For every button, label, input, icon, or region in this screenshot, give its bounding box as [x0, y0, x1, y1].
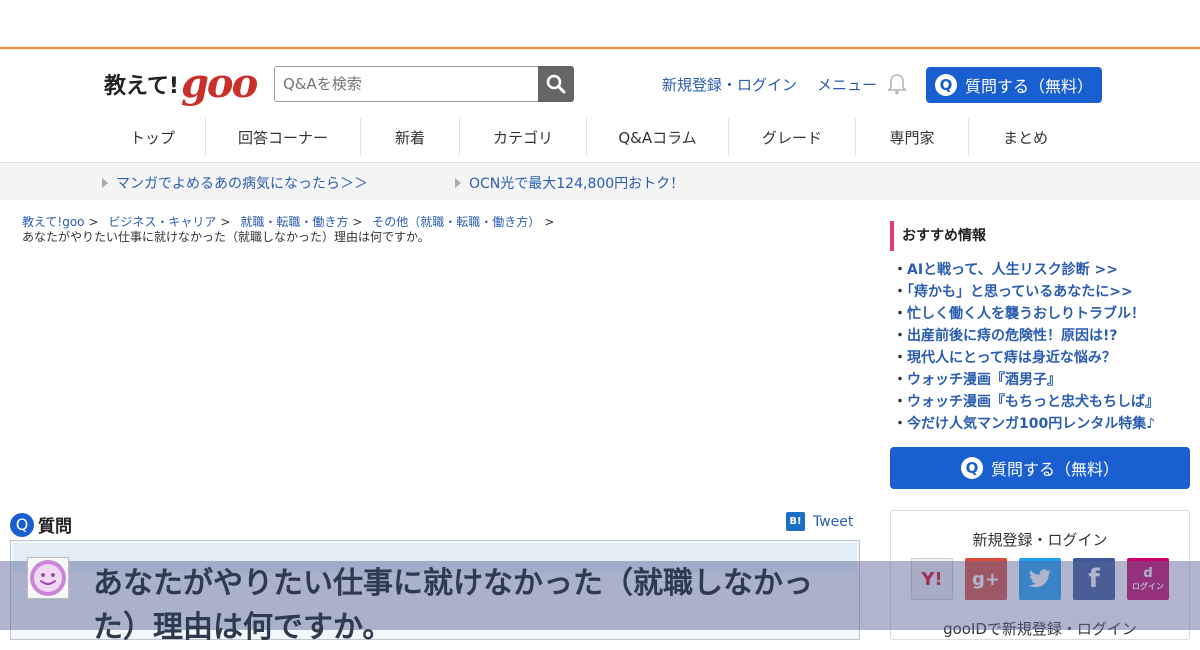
recommend-item[interactable]: ・現代人にとって痔は身近な悩み？ [893, 347, 1159, 369]
recommend-item[interactable]: ・「痔かも」と思っているあなたに>> [893, 281, 1159, 303]
triangle-icon [455, 178, 461, 188]
top-ad-band [0, 0, 1200, 47]
nav-item-column[interactable]: Q&Aコラム [587, 118, 729, 156]
promo-link-manga[interactable]: マンガでよめるあの病気になったら＞＞ [102, 173, 368, 193]
breadcrumb-separator: > [88, 215, 99, 229]
breadcrumb: 教えて!goo > ビジネス・キャリア > 就職・転職・働き方 > その他（就職・転職… [22, 215, 862, 245]
recommend-item[interactable]: ・ウォッチ漫画『もちっと忠犬もちしば』 [893, 391, 1159, 413]
bullet: ・ [893, 262, 907, 278]
recommend-item-label: 出産前後に痔の危険性！原因は!? [907, 328, 1118, 344]
login-link[interactable]: 新規登録・ログイン [662, 74, 797, 95]
header-links: 新規登録・ログイン メニュー [662, 74, 877, 95]
site-logo[interactable]: 教えて! goo [104, 60, 258, 107]
logo-brand: goo [180, 60, 258, 107]
breadcrumb-link[interactable]: その他（就職・転職・働き方） [372, 215, 540, 229]
nav-item-grade[interactable]: グレード [729, 118, 856, 156]
header-accent-line [0, 47, 1200, 49]
bullet: ・ [893, 328, 907, 344]
breadcrumb-link[interactable]: ビジネス・キャリア [108, 215, 216, 229]
login-box-title: 新規登録・ログイン [972, 531, 1108, 549]
recommend-item[interactable]: ・ウォッチ漫画『酒男子』 [893, 369, 1159, 391]
ask-question-button[interactable]: Q 質問する（無料） [926, 67, 1102, 103]
breadcrumb-separator: > [544, 215, 555, 229]
breadcrumb-separator: > [220, 215, 231, 229]
bullet: ・ [893, 284, 907, 300]
nav-item-answer[interactable]: 回答コーナー [206, 118, 361, 156]
hatena-bookmark-icon[interactable]: B! [786, 512, 805, 531]
share-buttons: B! Tweet [786, 512, 853, 531]
breadcrumb-separator: > [352, 215, 363, 229]
logo-text: 教えて! [104, 74, 179, 99]
global-nav: トップ 回答コーナー 新着 カテゴリ Q&Aコラム グレード 専門家 まとめ [100, 118, 1082, 156]
promo-bar: マンガでよめるあの病気になったら＞＞ OCN光で最大124,800円おトク！ [0, 162, 1200, 200]
recommend-item-label: ウォッチ漫画『酒男子』 [907, 372, 1061, 388]
search-input[interactable] [274, 66, 538, 102]
nav-item-top[interactable]: トップ [100, 118, 206, 156]
q-icon: Q [960, 457, 983, 479]
menu-link[interactable]: メニュー [817, 74, 877, 95]
recommend-list: ・AIと戦って、人生リスク診断 >> ・「痔かも」と思っているあなたに>> ・忙… [893, 259, 1159, 435]
promo-link-label: マンガでよめるあの病気になったら＞＞ [116, 176, 368, 192]
recommend-item-label: 現代人にとって痔は身近な悩み？ [907, 350, 1116, 366]
bullet: ・ [893, 416, 907, 432]
bullet: ・ [893, 306, 907, 322]
bullet: ・ [893, 350, 907, 366]
sidebar-ask-button[interactable]: Q 質問する（無料） [890, 447, 1190, 489]
bullet: ・ [893, 394, 907, 410]
recommend-item-label: 「痔かも」と思っているあなたに>> [907, 284, 1133, 300]
search-bar [274, 66, 574, 102]
bell-icon[interactable] [887, 73, 907, 99]
recommend-item-label: 忙しく働く人を襲うおしりトラブル！ [907, 306, 1145, 322]
recommend-title: おすすめ情報 [890, 221, 986, 251]
recommend-item-label: AIと戦って、人生リスク診断 >> [907, 262, 1118, 278]
question-title: あなたがやりたい仕事に就けなかった（就職しなかった）理由は何ですか。 [93, 566, 813, 645]
breadcrumb-link[interactable]: 教えて!goo [22, 215, 85, 229]
question-heading: Q 質問 [10, 512, 72, 537]
promo-link-ocn[interactable]: OCN光で最大124,800円おトク！ [455, 173, 684, 193]
recommend-item[interactable]: ・出産前後に痔の危険性！原因は!? [893, 325, 1159, 347]
question-heading-label: 質問 [38, 517, 72, 537]
nav-item-category[interactable]: カテゴリ [460, 118, 587, 156]
breadcrumb-link[interactable]: 就職・転職・働き方 [240, 215, 348, 229]
nav-item-summary[interactable]: まとめ [969, 118, 1082, 156]
triangle-icon [102, 178, 108, 188]
recommend-item-label: ウォッチ漫画『もちっと忠犬もちしば』 [907, 394, 1159, 410]
q-icon: Q [10, 512, 34, 537]
tweet-link[interactable]: Tweet [813, 514, 853, 530]
promo-link-label: OCN光で最大124,800円おトク！ [469, 176, 685, 192]
nav-item-new[interactable]: 新着 [361, 118, 460, 156]
recommend-item[interactable]: ・AIと戦って、人生リスク診断 >> [893, 259, 1159, 281]
bullet: ・ [893, 372, 907, 388]
ask-button-label: 質問する（無料） [964, 77, 1093, 96]
search-button[interactable] [538, 66, 574, 102]
breadcrumb-current: あなたがやりたい仕事に就けなかった（就職しなかった）理由は何ですか。 [22, 230, 430, 244]
recommend-item-label: 今だけ人気マンガ100円レンタル特集♪ [907, 416, 1156, 432]
recommend-item[interactable]: ・忙しく働く人を襲うおしりトラブル！ [893, 303, 1159, 325]
avatar [27, 557, 69, 599]
nav-item-expert[interactable]: 専門家 [856, 118, 969, 156]
search-icon [546, 74, 566, 94]
sidebar-ask-label: 質問する（無料） [990, 460, 1119, 479]
smiley-avatar-icon [30, 560, 66, 596]
recommend-item[interactable]: ・今だけ人気マンガ100円レンタル特集♪ [893, 413, 1159, 435]
q-icon: Q [934, 74, 957, 96]
